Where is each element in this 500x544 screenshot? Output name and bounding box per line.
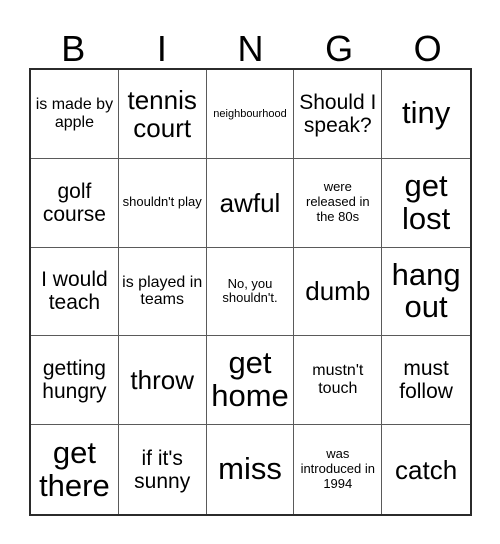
bingo-cell-label: get home: [211, 345, 289, 414]
bingo-cell[interactable]: get lost: [382, 158, 470, 248]
bingo-cell-label: shouldn't play: [122, 194, 202, 210]
bingo-cell-label: was introduced in 1994: [300, 446, 376, 491]
bingo-cell[interactable]: getting hungry: [31, 336, 119, 426]
bingo-cell[interactable]: throw: [118, 336, 207, 426]
bingo-cell[interactable]: is made by apple: [31, 70, 119, 159]
bingo-cell[interactable]: mustn't touch: [294, 336, 383, 426]
bingo-cell-label: is made by apple: [35, 95, 114, 131]
bingo-cell-label: miss: [218, 451, 282, 487]
bingo-cell[interactable]: awful: [206, 158, 295, 248]
bingo-cell-label: tiny: [401, 95, 451, 131]
bingo-cell[interactable]: miss: [206, 425, 295, 514]
bingo-cell[interactable]: dumb: [294, 247, 383, 337]
header-letter-b: B: [61, 28, 86, 69]
bingo-cell-label: catch: [395, 454, 458, 485]
bingo-cell[interactable]: was introduced in 1994: [294, 425, 383, 514]
bingo-cell-label: throw: [130, 365, 194, 396]
header-letter-n: N: [237, 28, 264, 69]
bingo-cell[interactable]: catch: [382, 425, 470, 514]
bingo-cell-label: No, you shouldn't.: [222, 275, 278, 306]
bingo-cell[interactable]: get there: [31, 425, 119, 514]
bingo-cell[interactable]: get home: [206, 336, 295, 426]
bingo-grid: is made by apple tennis court neighbourhoo…: [29, 68, 472, 516]
bingo-cell[interactable]: were released in the 80s: [294, 158, 383, 248]
bingo-cell[interactable]: neighbourhood: [206, 70, 295, 159]
bingo-cell-label: must follow: [399, 357, 453, 404]
bingo-cell-label: getting hungry: [42, 357, 107, 404]
bingo-card: B I N G O is made by apple tennis court ne…: [0, 0, 500, 544]
bingo-cell-label: Should I speak?: [299, 90, 377, 137]
bingo-cell-label: tennis court: [127, 84, 197, 143]
bingo-cell-label: get lost: [401, 167, 451, 236]
bingo-cell-label: were released in the 80s: [305, 179, 370, 225]
bingo-cell[interactable]: hang out: [382, 247, 470, 337]
bingo-cell[interactable]: shouldn't play: [118, 158, 207, 248]
bingo-cell-label: hang out: [391, 256, 461, 325]
bingo-cell[interactable]: tiny: [382, 70, 470, 159]
bingo-cell[interactable]: must follow: [382, 336, 470, 426]
bingo-cell-label: neighbourhood: [213, 107, 287, 120]
bingo-cell[interactable]: if it's sunny: [118, 425, 207, 514]
bingo-cell[interactable]: golf course: [31, 158, 119, 248]
bingo-header-row: B I N G O: [29, 20, 472, 68]
bingo-cell-label: mustn't touch: [312, 362, 364, 398]
bingo-cell-label: is played in teams: [122, 273, 203, 309]
bingo-cell[interactable]: is played in teams: [118, 247, 207, 337]
header-letter-g: G: [325, 28, 354, 69]
bingo-cell[interactable]: I would teach: [31, 247, 119, 337]
bingo-cell-label: golf course: [42, 179, 106, 226]
bingo-cell-label: awful: [219, 187, 281, 218]
bingo-cell-label: get there: [39, 434, 110, 503]
header-letter-o: O: [413, 28, 442, 69]
bingo-cell[interactable]: No, you shouldn't.: [206, 247, 295, 337]
bingo-cell[interactable]: Should I speak?: [294, 70, 383, 159]
bingo-cell-label: dumb: [305, 276, 371, 307]
bingo-cell-label: if it's sunny: [134, 446, 191, 493]
bingo-cell-label: I would teach: [41, 268, 108, 315]
bingo-cell[interactable]: tennis court: [118, 70, 207, 159]
header-letter-i: I: [156, 28, 167, 69]
